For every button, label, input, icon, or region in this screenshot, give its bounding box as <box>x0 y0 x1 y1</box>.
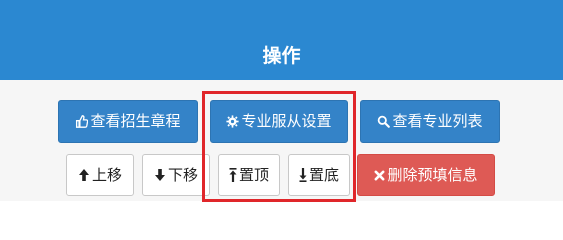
major-adjustment-settings-label: 专业服从设置 <box>241 112 332 130</box>
header-title: 操作 <box>262 45 301 67</box>
move-top-label: 置顶 <box>238 165 269 184</box>
move-down-label: 下移 <box>167 165 198 184</box>
move-down-button[interactable]: 下移 <box>142 154 210 196</box>
arrow-to-bottom-icon <box>299 167 307 183</box>
major-adjustment-settings-button[interactable]: 专业服从设置 <box>210 100 348 143</box>
move-top-button[interactable]: 置顶 <box>218 154 280 196</box>
arrow-up-icon <box>78 168 90 182</box>
close-icon <box>374 170 385 181</box>
delete-prefill-button[interactable]: 删除预填信息 <box>357 154 495 196</box>
search-icon <box>377 115 391 128</box>
view-admission-rules-label: 查看招生章程 <box>90 112 181 130</box>
panel-header: 操作 <box>0 0 563 80</box>
view-major-list-button[interactable]: 查看专业列表 <box>360 100 500 143</box>
arrow-down-icon <box>154 168 166 182</box>
view-major-list-label: 查看专业列表 <box>392 112 483 130</box>
move-bottom-button[interactable]: 置底 <box>288 154 350 196</box>
arrow-to-top-icon <box>229 167 237 183</box>
view-admission-rules-button[interactable]: 查看招生章程 <box>58 100 198 143</box>
move-up-label: 上移 <box>91 165 122 184</box>
operations-panel: 操作 查看招生章程 专业服从设置 查看专业列表 上移 下移 置顶 置底 删除预填… <box>0 0 563 202</box>
thumbs-up-icon <box>75 115 89 128</box>
gear-icon <box>226 115 240 128</box>
move-up-button[interactable]: 上移 <box>66 154 134 196</box>
move-bottom-label: 置底 <box>308 165 339 184</box>
delete-prefill-label: 删除预填信息 <box>387 165 478 184</box>
